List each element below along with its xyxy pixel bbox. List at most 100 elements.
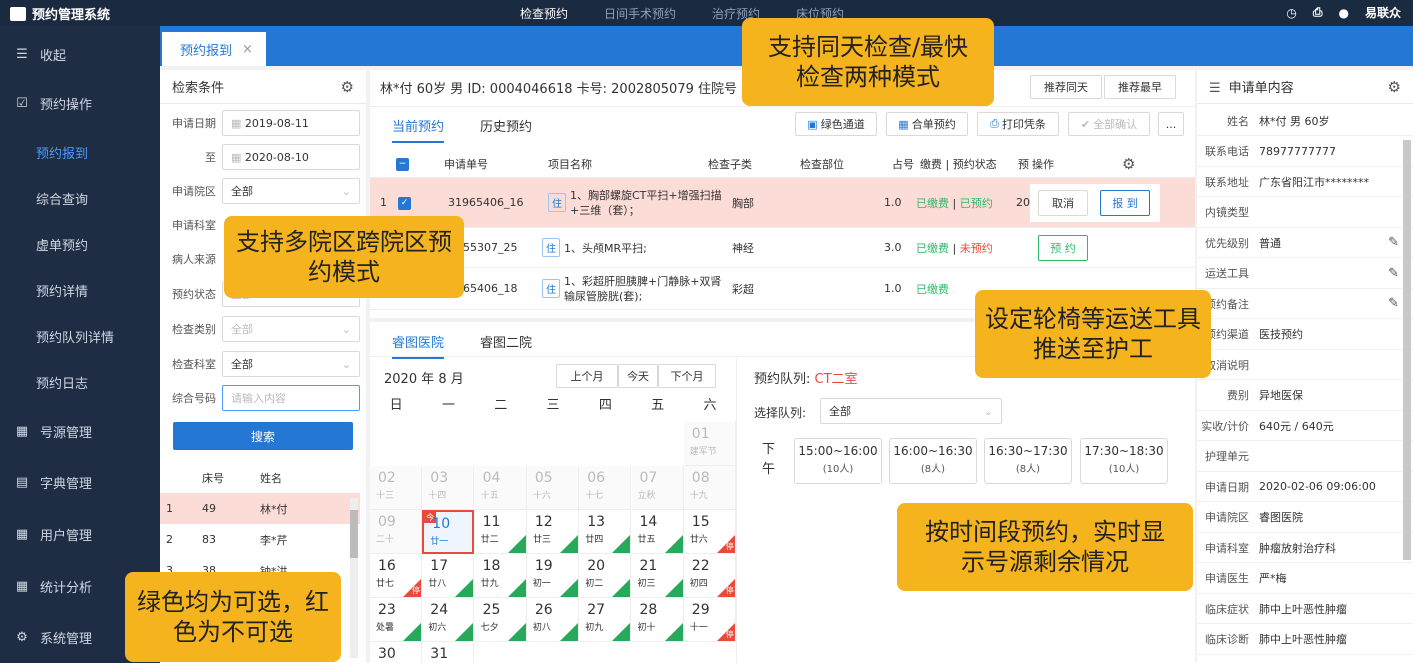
scrollbar-thumb[interactable] [1403, 140, 1411, 560]
calendar-day[interactable]: 13 廿四 [579, 510, 632, 554]
timeslot[interactable]: 16:30~17:30 (8人) [984, 438, 1072, 484]
edit-icon[interactable]: ✎ [1388, 235, 1399, 250]
avatar[interactable]: ● [1339, 6, 1349, 20]
calendar-day[interactable]: 15 廿六停 [683, 510, 736, 554]
sidebar-group-dict[interactable]: ▤ 字典管理 [0, 459, 160, 505]
date-from-input[interactable]: ▦ 2019-08-11 [222, 110, 360, 136]
number-input[interactable]: 请输入内容 [222, 385, 360, 411]
patient-info: 林*付 60岁 男 ID: 0004046618 卡号: 2002805079 … [380, 82, 737, 97]
exam-dept-select[interactable]: 全部 ⌄ [222, 351, 360, 377]
timeslot[interactable]: 16:00~16:30 (8人) [889, 438, 977, 484]
sidebar-item-checkin[interactable]: 预约报到 [0, 129, 160, 175]
table-row[interactable]: 1 ✓ 31965406_16 住 1、胸部螺旋CT平扫+增强扫描+三维（套）； … [370, 178, 1195, 228]
calendar-day[interactable]: 25 七夕 [474, 598, 527, 642]
stop-label: 停 [725, 630, 734, 639]
calendar-day[interactable]: 30十二停 [370, 642, 422, 663]
tab-campus-2[interactable]: 睿图二院 [480, 332, 532, 351]
sidebar-group-source[interactable]: ▦ 号源管理 [0, 408, 160, 454]
list-item[interactable]: 1 49 林*付 [160, 493, 360, 524]
more-button[interactable]: ... [1158, 112, 1184, 136]
tab-current[interactable]: 当前预约 [392, 116, 445, 143]
edit-icon[interactable]: ✎ [1388, 266, 1399, 281]
timeslot[interactable]: 17:30~18:30 (10人) [1080, 438, 1168, 484]
campus-select[interactable]: 全部 ⌄ [222, 178, 360, 204]
exam-type-select[interactable]: 全部 ⌄ [222, 316, 360, 342]
calendar-day[interactable]: 23 处暑 [370, 598, 422, 642]
confirm-all-button[interactable]: ✔ 全部确认 [1068, 112, 1150, 136]
printer-icon[interactable]: ⎙ [1313, 5, 1323, 20]
sidebar-item-queue[interactable]: 预约队列详情 [0, 313, 160, 359]
sidebar-collapse[interactable]: ☰ 收起 [0, 31, 160, 77]
sidebar-item-query[interactable]: 综合查询 [0, 175, 160, 221]
gear-icon[interactable]: ⚙ [341, 78, 354, 96]
day-lunar: 初四 [689, 579, 708, 589]
col-pre: 预 [1018, 157, 1029, 171]
sidebar-item-virtual[interactable]: 虚单预约 [0, 221, 160, 267]
recommend-same-day-button[interactable]: 推荐同天 [1030, 75, 1102, 99]
calendar-day[interactable]: 14 廿五 [631, 510, 684, 554]
calendar-day[interactable]: 26 初八 [526, 598, 579, 642]
list-item[interactable]: 2 83 李*芹 [160, 524, 360, 555]
calendar-day[interactable]: 18 廿九 [474, 554, 527, 598]
sidebar-item-log[interactable]: 预约日志 [0, 359, 160, 405]
calendar-day[interactable]: 今 10 廿一 [422, 510, 475, 554]
calendar-day[interactable]: 21 初三 [631, 554, 684, 598]
day-lunar: 七夕 [480, 623, 499, 633]
tab-history[interactable]: 历史预约 [480, 116, 532, 135]
queue-select[interactable]: 全部 ⌄ [820, 398, 1002, 424]
detail-scrollbar[interactable] [1403, 140, 1411, 560]
row-pay: 已缴费 [916, 282, 949, 296]
calendar-day[interactable]: 24 初六 [422, 598, 475, 642]
table-row[interactable]: 31955307_25 住 1、头颅MR平扫; 神经 3.0 已缴费 | 未预约 … [370, 228, 1195, 268]
gear-icon[interactable]: ⚙ [1388, 78, 1401, 96]
calendar-day[interactable]: 16 廿七停 [370, 554, 422, 598]
inpatient-badge: 住 [548, 193, 566, 212]
close-icon[interactable]: × [242, 42, 253, 57]
topnav-exam[interactable]: 检查预约 [520, 5, 568, 22]
user-name[interactable]: 易联众 [1365, 4, 1401, 21]
next-month-button[interactable]: 下个月 [658, 364, 716, 388]
col-name: 姓名 [260, 471, 282, 485]
search-button[interactable]: 搜索 [173, 422, 353, 450]
print-receipt-button[interactable]: ⎙ 打印凭条 [977, 112, 1059, 136]
prev-month-button[interactable]: 上个月 [556, 364, 618, 388]
today-button[interactable]: 今天 [618, 364, 658, 388]
calendar-day: 04 十五 [474, 466, 527, 510]
calendar-day[interactable]: 27 初九 [579, 598, 632, 642]
calendar-day[interactable]: 19 初一 [526, 554, 579, 598]
recommend-earliest-button[interactable]: 推荐最早 [1104, 75, 1176, 99]
cancel-button[interactable]: 取消 [1038, 189, 1088, 216]
tab-campus-1[interactable]: 睿图医院 [392, 332, 445, 359]
sidebar-group-booking[interactable]: ☑ 预约操作 [0, 80, 160, 126]
calendar-day[interactable]: 28 初十 [631, 598, 684, 642]
day-number: 28 [639, 602, 658, 618]
select-all-checkbox[interactable]: − [396, 157, 409, 171]
topnav-day-surgery[interactable]: 日间手术预约 [604, 5, 676, 22]
day-lunar: 廿五 [637, 535, 656, 545]
list-scrollbar[interactable] [350, 498, 358, 658]
book-button[interactable]: 预 约 [1038, 234, 1088, 261]
calendar-day[interactable]: 17 廿八 [422, 554, 475, 598]
btn-label: 绿色通道 [820, 118, 865, 131]
green-channel-button[interactable]: ▣ 绿色通道 [795, 112, 877, 136]
row-checkbox[interactable]: ✓ [398, 196, 411, 210]
checkin-button[interactable]: 报 到 [1100, 189, 1150, 216]
calendar-day[interactable]: 29 十一停 [683, 598, 736, 642]
calendar-day[interactable]: 20 初二 [579, 554, 632, 598]
merge-booking-button[interactable]: ▦ 合单预约 [886, 112, 968, 136]
date-to-input[interactable]: ▦ 2020-08-10 [222, 144, 360, 170]
calendar-day[interactable]: 22 初四停 [683, 554, 736, 598]
sidebar-group-user[interactable]: ▦ 用户管理 [0, 511, 160, 557]
sidebar-item-detail[interactable]: 预约详情 [0, 267, 160, 313]
calendar-day: 01 建军节 [683, 422, 736, 466]
edit-icon[interactable]: ✎ [1388, 296, 1399, 311]
timeslot[interactable]: 15:00~16:00 (10人) [794, 438, 882, 484]
calendar-day[interactable]: 11 廿二 [474, 510, 527, 554]
tab-checkin[interactable]: 预约报到 × [162, 32, 266, 66]
calendar-day[interactable]: 12 廿三 [526, 510, 579, 554]
gear-icon[interactable]: ⚙ [1122, 155, 1135, 173]
field-value: 2020-08-10 [244, 150, 309, 164]
scrollbar-thumb[interactable] [350, 510, 358, 558]
clock-icon[interactable]: ◷ [1286, 6, 1296, 20]
calendar-day[interactable]: 31十三 [422, 642, 475, 663]
